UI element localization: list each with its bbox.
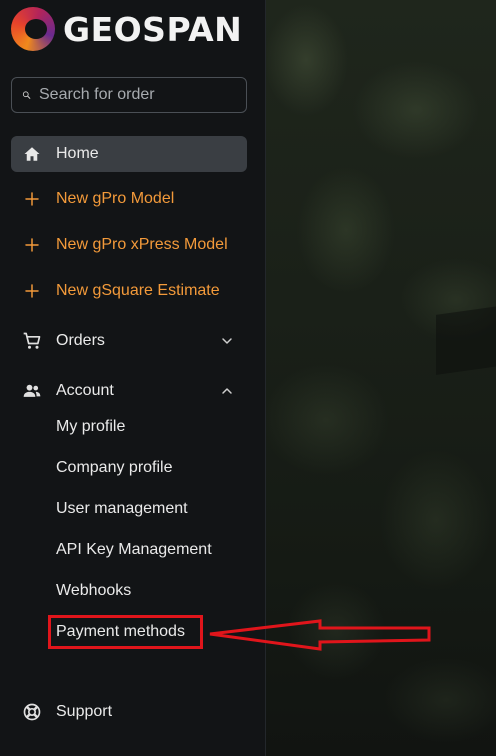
plus-icon	[20, 187, 44, 211]
nav-new-gsquare-estimate-label: New gSquare Estimate	[56, 282, 220, 299]
nav-account[interactable]: Account	[11, 373, 247, 409]
nav-support-label: Support	[56, 703, 113, 720]
plus-icon	[20, 279, 44, 303]
search-input[interactable]	[39, 86, 246, 104]
chevron-up-icon[interactable]	[219, 383, 235, 399]
nav-orders[interactable]: Orders	[11, 323, 247, 359]
nav-new-gpro-xpress-model-label: New gPro xPress Model	[56, 236, 228, 253]
lifebuoy-icon	[20, 700, 44, 724]
app: GEOSPAN Home New gPro Model Ne	[0, 0, 496, 756]
chevron-down-icon[interactable]	[219, 333, 235, 349]
sub-item-webhooks[interactable]: Webhooks	[56, 582, 131, 600]
nav-new-gpro-model[interactable]: New gPro Model	[11, 181, 247, 217]
nav-home[interactable]: Home	[11, 136, 247, 172]
home-icon	[20, 142, 44, 166]
nav-new-gpro-model-label: New gPro Model	[56, 190, 175, 207]
nav-support[interactable]: Support	[11, 694, 247, 730]
brand-logo[interactable]: GEOSPAN	[11, 6, 242, 52]
people-icon	[20, 379, 44, 403]
plus-icon	[20, 233, 44, 257]
background-image	[266, 0, 496, 756]
background-shadow	[436, 305, 496, 375]
cart-icon	[20, 329, 44, 353]
sub-item-payment-methods[interactable]: Payment methods	[56, 623, 185, 641]
sub-item-company-profile[interactable]: Company profile	[56, 459, 173, 477]
search-icon	[22, 91, 31, 99]
nav-account-label: Account	[56, 382, 114, 399]
sub-item-my-profile[interactable]: My profile	[56, 418, 125, 436]
sub-item-api-key-management[interactable]: API Key Management	[56, 541, 212, 559]
nav-new-gpro-xpress-model[interactable]: New gPro xPress Model	[11, 227, 247, 263]
sub-item-user-management[interactable]: User management	[56, 500, 188, 518]
logo-mark-icon	[11, 7, 55, 51]
sidebar: GEOSPAN Home New gPro Model Ne	[0, 0, 266, 756]
brand-name: GEOSPAN	[63, 9, 243, 49]
search-box[interactable]	[11, 77, 247, 113]
nav-new-gsquare-estimate[interactable]: New gSquare Estimate	[11, 273, 247, 309]
nav-orders-label: Orders	[56, 332, 105, 349]
nav-home-label: Home	[56, 145, 99, 162]
